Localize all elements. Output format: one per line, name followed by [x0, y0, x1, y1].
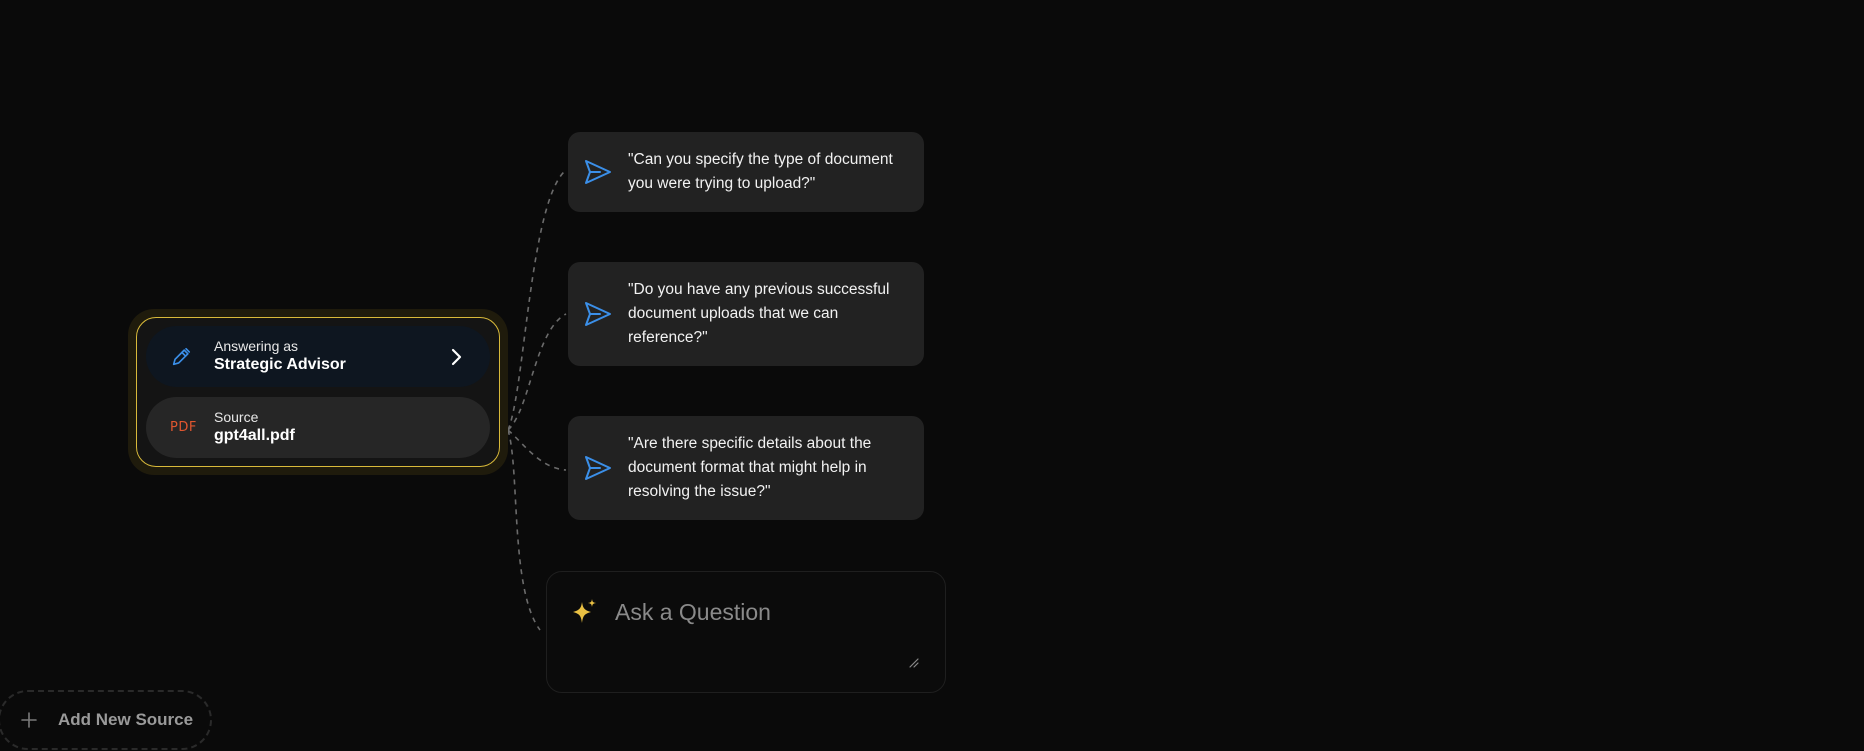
persona-name: Strategic Advisor — [214, 356, 346, 373]
chevron-right-icon[interactable] — [446, 348, 466, 366]
pdf-badge: PDF — [170, 420, 197, 435]
suggestion-card[interactable]: "Are there specific details about the do… — [568, 416, 924, 520]
resize-handle-icon[interactable] — [909, 658, 919, 668]
suggestion-text: "Do you have any previous successful doc… — [628, 281, 890, 346]
canvas: Answering as Strategic Advisor PDF Sourc… — [0, 0, 1864, 751]
add-new-source-label: Add New Source — [58, 710, 194, 729]
pdf-icon: PDF — [170, 420, 200, 435]
send-icon — [585, 302, 611, 326]
suggestion-text: "Are there specific details about the do… — [628, 435, 872, 500]
plus-icon — [21, 712, 37, 728]
add-new-source-button[interactable]: Add New Source — [0, 690, 212, 750]
ask-question-input[interactable] — [615, 598, 915, 668]
send-icon — [585, 160, 611, 184]
pen-icon — [170, 346, 200, 368]
sparkle-icon — [573, 599, 596, 623]
connector-line-1 — [507, 169, 567, 431]
send-icon — [585, 456, 611, 480]
source-caption: Source — [214, 409, 259, 425]
context-node: Answering as Strategic Advisor PDF Sourc… — [128, 309, 508, 475]
suggestion-card[interactable]: "Can you specify the type of document yo… — [568, 132, 924, 212]
connector-line-2 — [507, 313, 567, 431]
persona-selector[interactable]: Answering as Strategic Advisor — [146, 326, 490, 387]
suggestion-card[interactable]: "Do you have any previous successful doc… — [568, 262, 924, 366]
source-name: gpt4all.pdf — [214, 427, 295, 444]
suggestion-text: "Can you specify the type of document yo… — [628, 151, 893, 192]
connector-line-4 — [507, 429, 541, 631]
context-card: Answering as Strategic Advisor PDF Sourc… — [136, 317, 500, 467]
source-selector[interactable]: PDF Source gpt4all.pdf — [146, 397, 490, 458]
persona-caption: Answering as — [214, 338, 299, 354]
connector-line-3 — [507, 429, 567, 471]
ask-question-box — [546, 571, 946, 693]
